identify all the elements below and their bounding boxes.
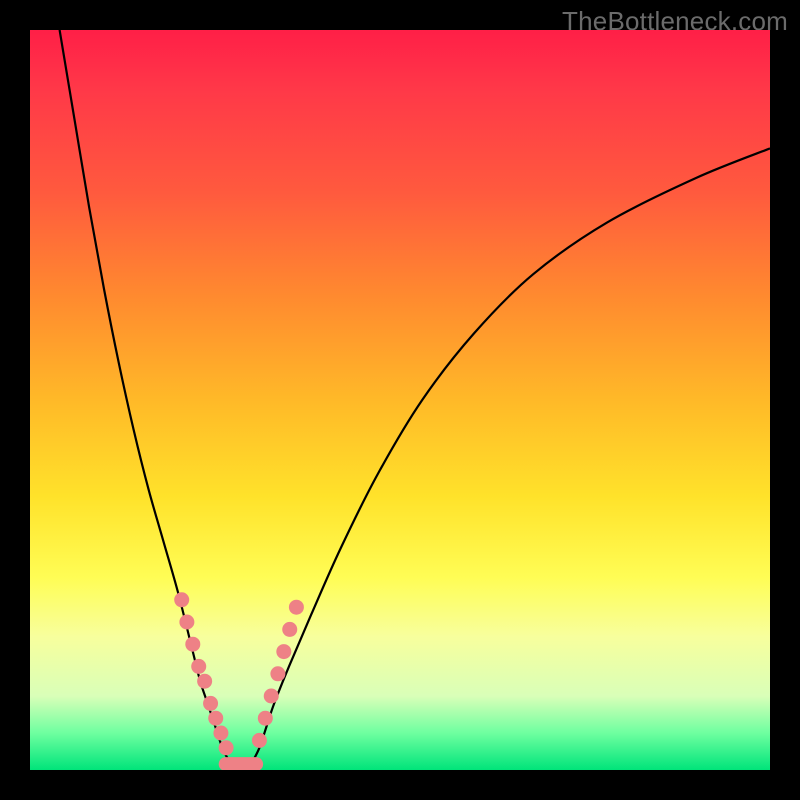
markers-right — [252, 600, 304, 748]
marker-dot — [270, 666, 285, 681]
right-curve — [252, 148, 770, 762]
bottom-marker-bar — [219, 757, 263, 770]
marker-dot — [282, 622, 297, 637]
marker-dot — [203, 696, 218, 711]
marker-dot — [179, 615, 194, 630]
plot-area — [30, 30, 770, 770]
marker-dot — [185, 637, 200, 652]
chart-frame: TheBottleneck.com — [0, 0, 800, 800]
marker-dot — [197, 674, 212, 689]
marker-dot — [252, 733, 267, 748]
marker-dot — [264, 689, 279, 704]
marker-dot — [219, 740, 234, 755]
marker-dot — [208, 711, 223, 726]
marker-dot — [276, 644, 291, 659]
marker-dot — [174, 592, 189, 607]
marker-dot — [191, 659, 206, 674]
marker-dot — [258, 711, 273, 726]
marker-dot — [289, 600, 304, 615]
curve-svg — [30, 30, 770, 770]
left-curve — [60, 30, 230, 763]
marker-dot — [213, 726, 228, 741]
markers-left — [174, 592, 233, 755]
